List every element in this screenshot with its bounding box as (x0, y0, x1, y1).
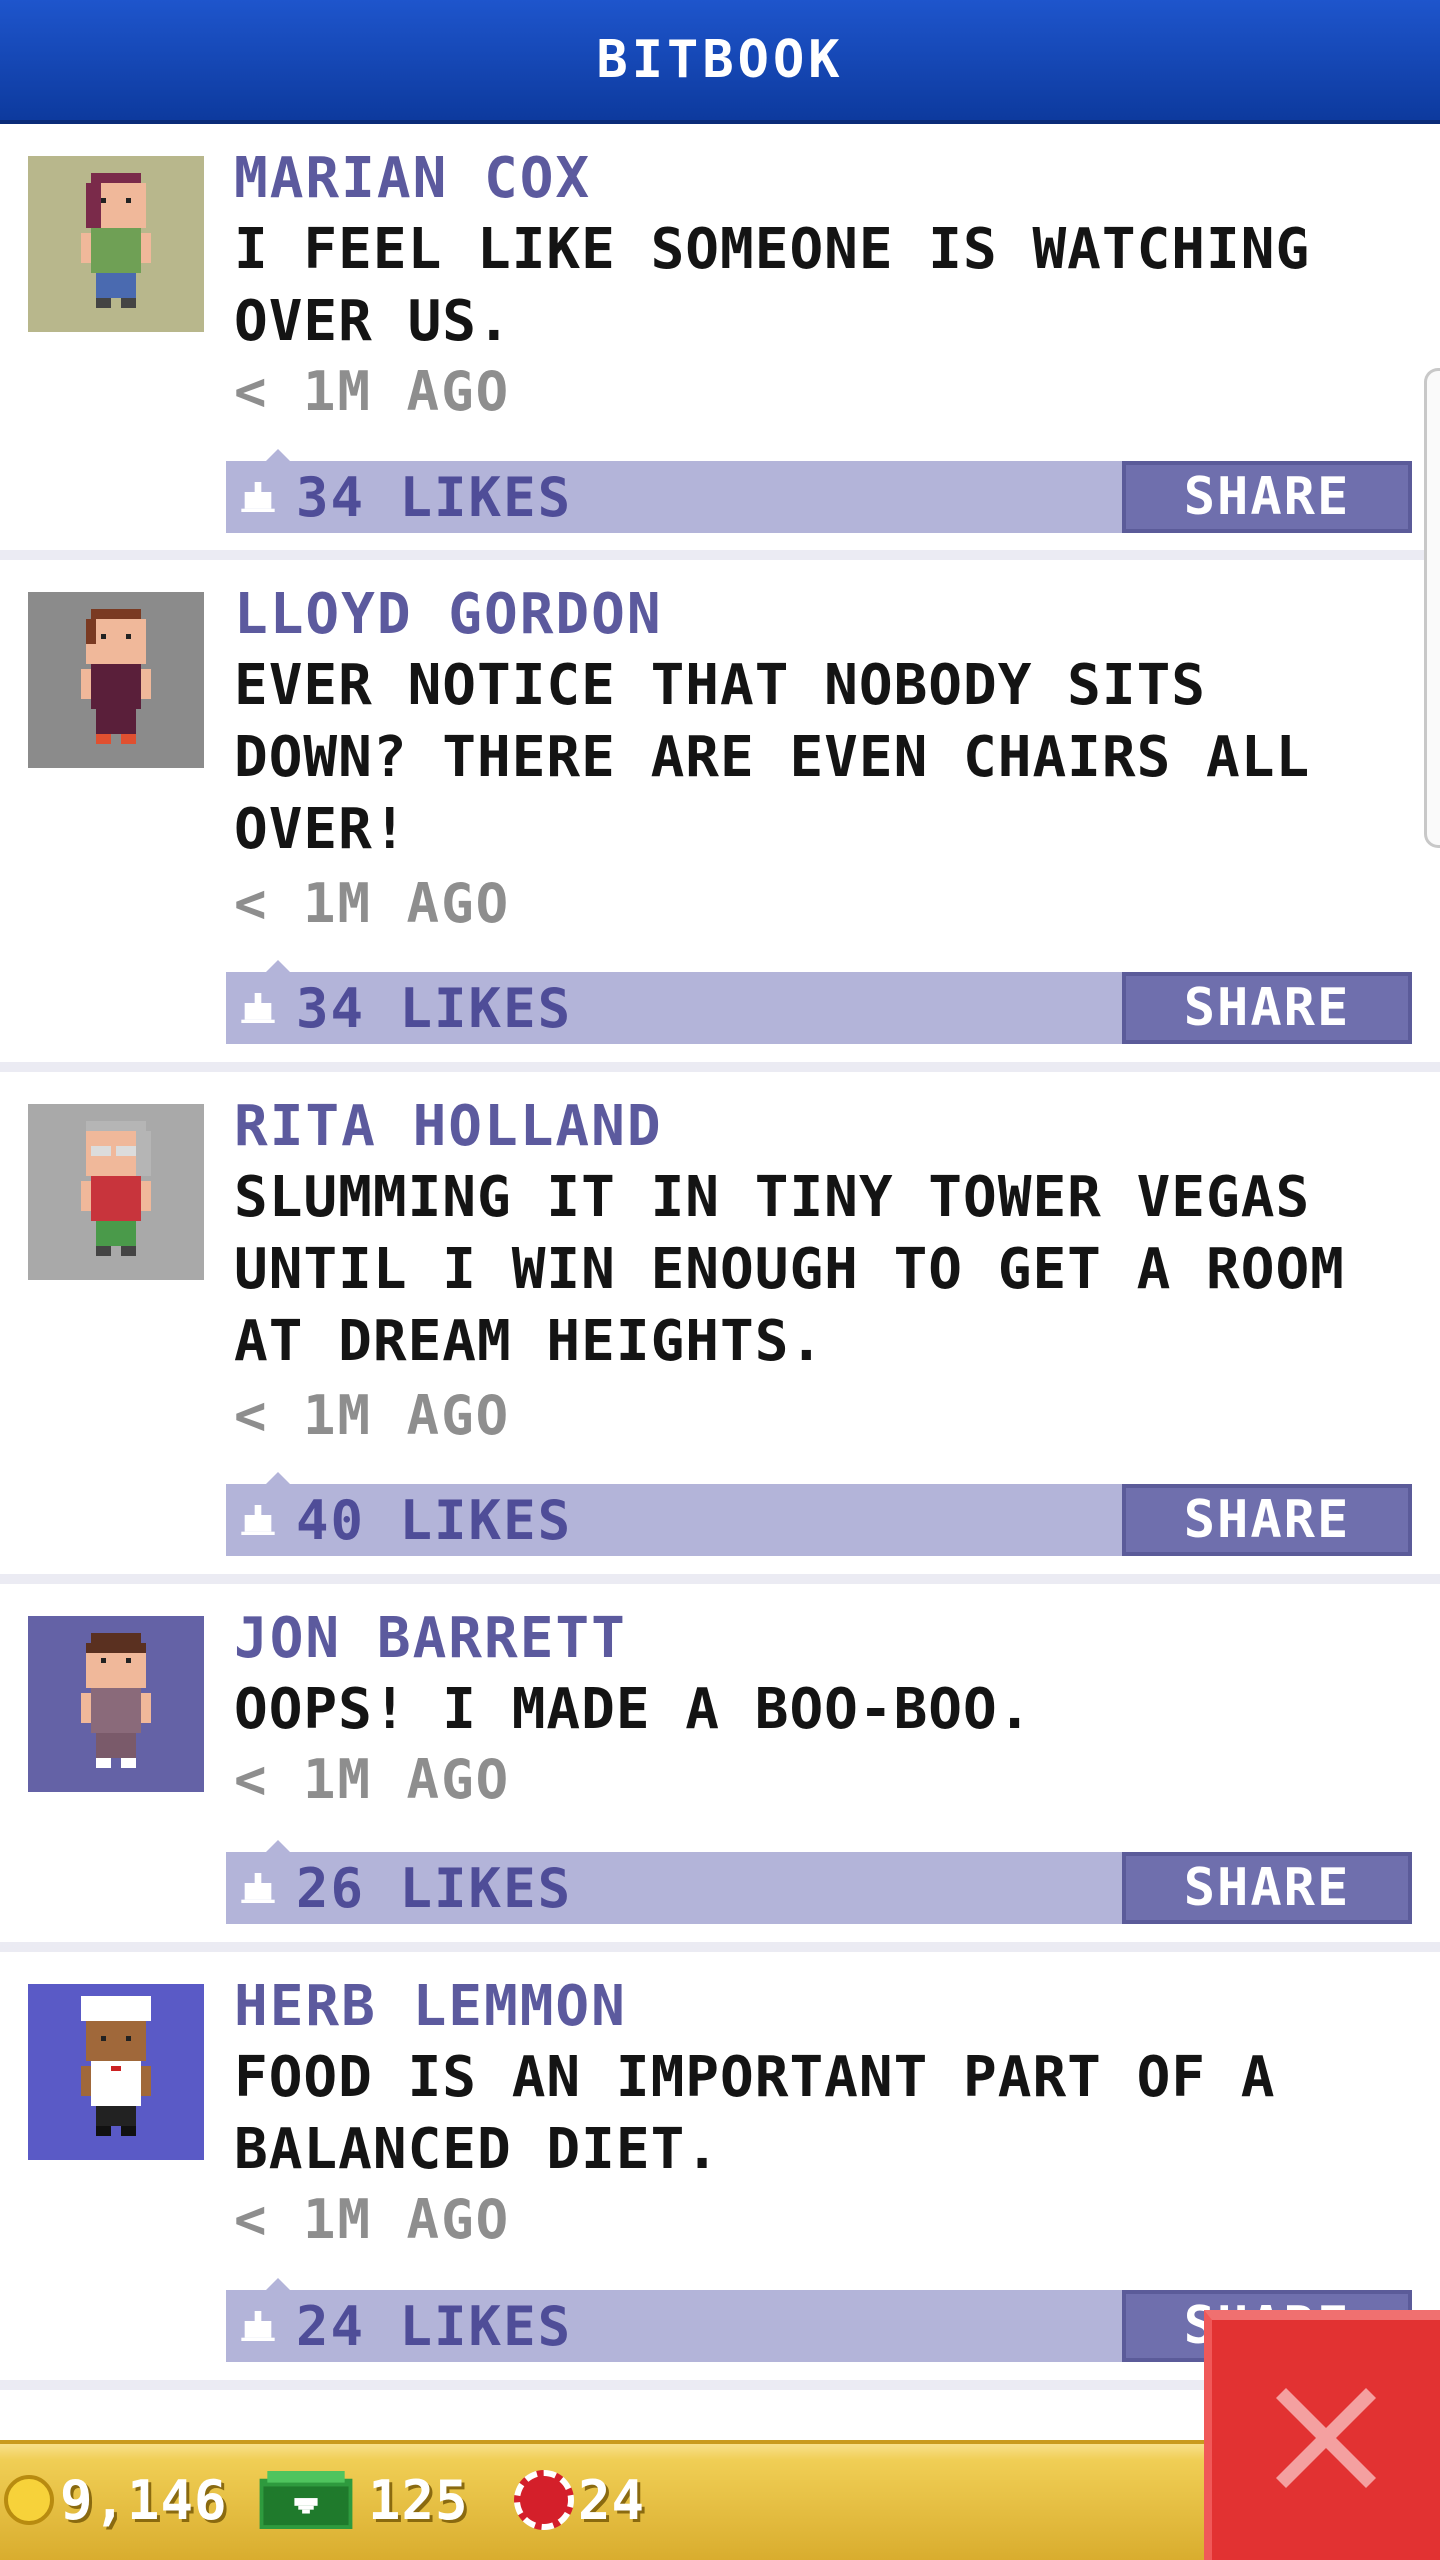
like-bar[interactable]: 26 LIKES SHARE (226, 1840, 1412, 1924)
coin-balance: 9,146 (4, 2468, 228, 2532)
like-count: 34 LIKES (296, 465, 573, 529)
person-icon (81, 1633, 151, 1768)
post-text: FOOD IS AN IMPORTANT PART OF A BALANCED … (234, 2045, 1276, 2182)
app-header: BITBOOK (0, 0, 1440, 124)
post-text: EVER NOTICE THAT NOBODY SITS DOWN? THERE… (234, 653, 1311, 862)
avatar[interactable] (28, 1616, 204, 1792)
post-author: HERB LEMMON (234, 1974, 627, 2039)
close-icon (1266, 2378, 1386, 2502)
coin-count: 9,146 (60, 2468, 228, 2532)
post: MARIAN COX I FEEL LIKE SOMEONE IS WATCHI… (0, 124, 1440, 560)
bux-balance: 125 (258, 2468, 469, 2532)
close-button[interactable] (1204, 2310, 1440, 2560)
thumbs-up-icon (238, 477, 278, 517)
post-time: < 1M AGO (234, 1384, 511, 1447)
chip-count: 24 (578, 2468, 646, 2532)
thumbs-up-icon (238, 988, 278, 1028)
post-author: MARIAN COX (234, 146, 592, 211)
scrollbar[interactable] (1424, 368, 1440, 848)
post: RITA HOLLAND SLUMMING IT IN TINY TOWER V… (0, 1072, 1440, 1584)
post-author: LLOYD GORDON (234, 582, 663, 647)
thumbs-up-icon (238, 1868, 278, 1908)
post-author: JON BARRETT (234, 1606, 627, 1671)
avatar[interactable] (28, 592, 204, 768)
post-text: I FEEL LIKE SOMEONE IS WATCHING OVER US. (234, 217, 1311, 354)
post-time: < 1M AGO (234, 360, 511, 423)
like-count: 40 LIKES (296, 1488, 573, 1552)
post-feed[interactable]: MARIAN COX I FEEL LIKE SOMEONE IS WATCHI… (0, 124, 1440, 2390)
casino-chip-icon (514, 2470, 574, 2530)
post: LLOYD GORDON EVER NOTICE THAT NOBODY SIT… (0, 560, 1440, 1072)
share-button[interactable]: SHARE (1122, 972, 1412, 1044)
like-count: 26 LIKES (296, 1856, 573, 1920)
chip-balance: 24 (514, 2468, 646, 2532)
post-text: SLUMMING IT IN TINY TOWER VEGAS UNTIL I … (234, 1165, 1345, 1374)
post: JON BARRETT OOPS! I MADE A BOO-BOO. < 1M… (0, 1584, 1440, 1952)
share-button[interactable]: SHARE (1122, 1484, 1412, 1556)
avatar[interactable] (28, 1104, 204, 1280)
thumbs-up-icon (238, 1500, 278, 1540)
like-bar[interactable]: 34 LIKES SHARE (226, 960, 1412, 1044)
post-text: OOPS! I MADE A BOO-BOO. (234, 1677, 1033, 1742)
like-count: 24 LIKES (296, 2294, 573, 2358)
post-time: < 1M AGO (234, 2188, 511, 2251)
bux-icon (258, 2471, 354, 2529)
share-button[interactable]: SHARE (1122, 1852, 1412, 1924)
post-time: < 1M AGO (234, 1748, 511, 1811)
person-icon (81, 609, 151, 744)
person-icon (81, 1121, 151, 1256)
avatar[interactable] (28, 156, 204, 332)
chef-icon (81, 1996, 151, 2136)
person-icon (81, 173, 151, 308)
post-time: < 1M AGO (234, 872, 511, 935)
coin-icon (4, 2475, 54, 2525)
share-button[interactable]: SHARE (1122, 461, 1412, 533)
like-count: 34 LIKES (296, 976, 573, 1040)
like-bar[interactable]: 34 LIKES SHARE (226, 449, 1412, 533)
page-title: BITBOOK (596, 30, 844, 90)
like-bar[interactable]: 40 LIKES SHARE (226, 1472, 1412, 1556)
post-author: RITA HOLLAND (234, 1094, 663, 1159)
bux-count: 125 (368, 2468, 469, 2532)
avatar[interactable] (28, 1984, 204, 2160)
thumbs-up-icon (238, 2306, 278, 2346)
